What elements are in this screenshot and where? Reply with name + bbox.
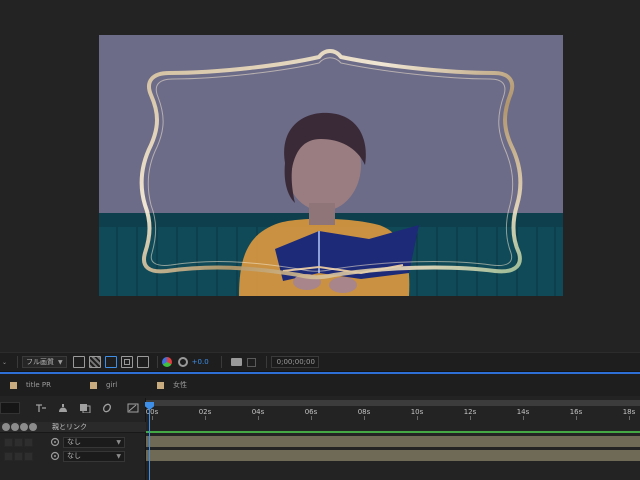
composition-canvas[interactable] [99, 35, 563, 296]
chevron-down-icon: ▼ [116, 438, 121, 446]
ruler-tick-label: 04s [251, 408, 265, 416]
lock-switch-icon[interactable] [29, 423, 37, 431]
parent-select[interactable]: なし ▼ [63, 436, 125, 448]
tab-girl[interactable]: girl [80, 374, 147, 396]
layer-search-input[interactable] [0, 402, 20, 414]
tab-label: title PR [26, 381, 51, 389]
chevron-down-icon: ▼ [116, 452, 121, 460]
toolbar-separator [156, 356, 158, 368]
ruler-tick-label: 12s [463, 408, 477, 416]
layer-video-toggle[interactable] [4, 437, 13, 447]
av-feature-column-icons [0, 423, 40, 431]
toolbar-separator [265, 356, 267, 368]
parent-value: なし [67, 452, 81, 460]
ruler-tick [205, 416, 206, 420]
viewer-toolbar: ⌄ フル画質 ▼ +0.0 0;00;00;00 [0, 352, 640, 372]
resolution-dropdown[interactable]: フル画質 ▼ [22, 356, 67, 368]
ruler-tick-label: 10s [410, 408, 424, 416]
layer-audio-toggle[interactable] [14, 437, 23, 447]
pick-whip-icon[interactable] [50, 437, 60, 447]
composition-artwork [99, 35, 563, 296]
ruler-tick-label: 00s [145, 408, 159, 416]
layer-row[interactable]: なし ▼ [0, 435, 146, 449]
current-timecode[interactable]: 0;00;00;00 [270, 356, 319, 368]
layer-duration-bar[interactable] [146, 436, 640, 447]
motion-blur-icon[interactable] [98, 401, 116, 415]
composition-label-color-icon [90, 381, 97, 389]
composition-tabs: title PR girl 女性 [0, 374, 640, 396]
ruler-tick [629, 416, 630, 420]
ruler-tick [311, 416, 312, 420]
timecode-value: 0;00;00;00 [276, 358, 315, 366]
work-area-bar[interactable] [146, 431, 640, 433]
parent-select[interactable]: なし ▼ [63, 450, 125, 462]
region-of-interest-icon[interactable] [72, 356, 85, 368]
ruler-tick [470, 416, 471, 420]
transparency-grid-icon[interactable] [88, 356, 101, 368]
ruler-tick [152, 416, 153, 420]
ruler-tick [417, 416, 418, 420]
exposure-value[interactable]: +0.0 [192, 358, 209, 366]
tab-josei[interactable]: 女性 [147, 374, 197, 396]
layer-column-header: 親とリンク [0, 422, 146, 433]
time-ruler[interactable]: 00s 02s 04s 06s 08s 10s 12s 14s 16s 18s [146, 398, 640, 420]
tab-label: 女性 [173, 381, 187, 389]
toolbar-dropdown-chevron-icon[interactable]: ⌄ [2, 359, 7, 366]
video-switch-icon[interactable] [2, 423, 10, 431]
tab-title-pr[interactable]: title PR [0, 374, 80, 396]
layer-video-toggle[interactable] [4, 451, 13, 461]
layer-audio-toggle[interactable] [14, 451, 23, 461]
ruler-tick-label: 02s [198, 408, 212, 416]
composition-mini-flowchart-icon[interactable] [32, 401, 50, 415]
ruler-tick-label: 08s [357, 408, 371, 416]
ruler-tick-label: 18s [622, 408, 636, 416]
show-snapshot-icon[interactable] [246, 357, 256, 367]
time-navigator-bar[interactable] [146, 400, 640, 406]
pick-whip-icon[interactable] [50, 451, 60, 461]
layer-switch-cells [4, 451, 34, 461]
toolbar-separator [220, 356, 222, 368]
safe-margins-icon[interactable] [136, 356, 149, 368]
timeline-panel: title PR girl 女性 親とリンク なし ▼ なし ▼ 00s 02s… [0, 372, 640, 480]
frame-blending-icon[interactable] [76, 401, 94, 415]
layer-row[interactable]: なし ▼ [0, 449, 146, 463]
ruler-tick-label: 14s [516, 408, 530, 416]
chevron-down-icon: ▼ [58, 358, 63, 366]
layer-switch-cells [4, 437, 34, 447]
layer-solo-toggle[interactable] [24, 437, 33, 447]
composition-viewer[interactable] [0, 0, 640, 352]
shy-layers-icon[interactable] [54, 401, 72, 415]
color-management-icon[interactable] [177, 357, 188, 367]
parent-value: なし [67, 438, 81, 446]
color-channels-icon[interactable] [161, 357, 172, 367]
ruler-tick [258, 416, 259, 420]
toolbar-separator [17, 356, 19, 368]
snapshot-camera-icon[interactable] [230, 358, 242, 366]
layer-solo-toggle[interactable] [24, 451, 33, 461]
ruler-tick-label: 16s [569, 408, 583, 416]
ruler-tick [576, 416, 577, 420]
solo-switch-icon[interactable] [20, 423, 28, 431]
audio-switch-icon[interactable] [11, 423, 19, 431]
resolution-value: フル画質 [26, 358, 55, 366]
composition-label-color-icon [157, 381, 164, 389]
graph-editor-icon[interactable] [124, 401, 142, 415]
layer-list: 親とリンク なし ▼ なし ▼ [0, 398, 146, 480]
current-time-indicator[interactable] [149, 404, 150, 480]
layer-duration-bar[interactable] [146, 450, 640, 461]
tab-label: girl [106, 381, 118, 389]
composition-label-color-icon [10, 381, 17, 389]
ruler-tick [364, 416, 365, 420]
parent-link-header[interactable]: 親とリンク [52, 422, 87, 432]
mask-visibility-icon[interactable] [120, 356, 133, 368]
grid-guide-icon[interactable] [104, 356, 117, 368]
time-graph[interactable]: 00s 02s 04s 06s 08s 10s 12s 14s 16s 18s [145, 398, 640, 480]
ruler-tick [523, 416, 524, 420]
ruler-tick-label: 06s [304, 408, 318, 416]
timeline-switch-icons [32, 401, 146, 415]
